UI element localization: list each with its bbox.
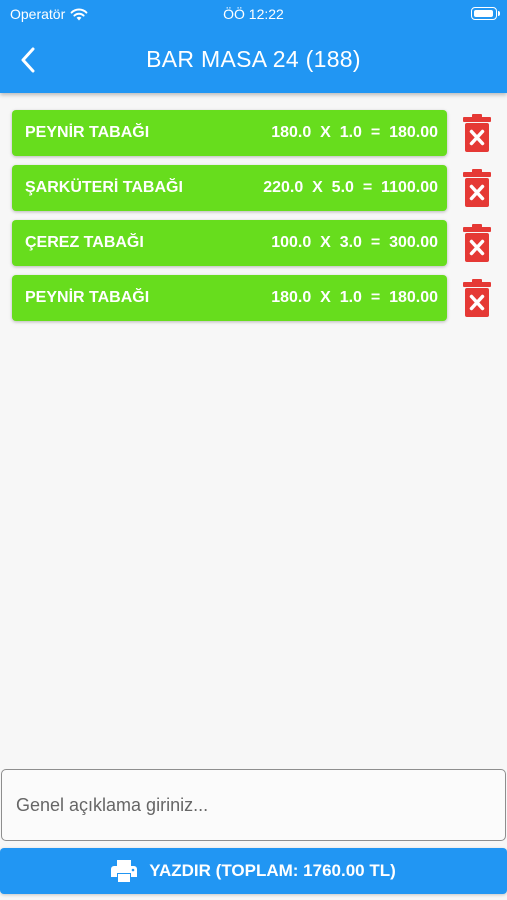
note-field-container (1, 769, 506, 841)
item-calculation: 180.0 X 1.0 = 180.00 (271, 289, 438, 306)
delete-item-button[interactable] (461, 167, 493, 209)
trash-icon (463, 114, 491, 152)
delete-item-button[interactable] (461, 277, 493, 319)
order-item-list: PEYNİR TABAĞI 180.0 X 1.0 = 180.00 ŞARKÜ… (12, 110, 500, 330)
item-calculation: 100.0 X 3.0 = 300.00 (271, 234, 438, 251)
delete-item-button[interactable] (461, 112, 493, 154)
status-time: ÖÖ 12:22 (223, 6, 284, 22)
status-bar: Operatör ÖÖ 12:22 (0, 0, 507, 28)
list-item: ŞARKÜTERİ TABAĞI 220.0 X 5.0 = 1100.00 (12, 165, 500, 220)
item-name: PEYNİR TABAĞI (25, 289, 150, 306)
printer-icon (111, 860, 138, 882)
general-note-input[interactable] (2, 770, 505, 840)
app-header: Operatör ÖÖ 12:22 BAR MASA 24 (188) (0, 0, 507, 93)
trash-icon (463, 224, 491, 262)
item-calculation: 180.0 X 1.0 = 180.00 (271, 124, 438, 141)
print-button-label: YAZDIR (TOPLAM: 1760.00 TL) (149, 861, 396, 880)
list-item: ÇEREZ TABAĞI 100.0 X 3.0 = 300.00 (12, 220, 500, 275)
list-item: PEYNİR TABAĞI 180.0 X 1.0 = 180.00 (12, 110, 500, 165)
item-name: ÇEREZ TABAĞI (25, 234, 144, 251)
order-item-card[interactable]: PEYNİR TABAĞI 180.0 X 1.0 = 180.00 (12, 275, 447, 321)
page-title: BAR MASA 24 (188) (146, 46, 361, 72)
trash-icon (463, 279, 491, 317)
print-button[interactable]: YAZDIR (TOPLAM: 1760.00 TL) (0, 848, 507, 894)
battery-icon (471, 7, 500, 20)
delete-item-button[interactable] (461, 222, 493, 264)
item-name: PEYNİR TABAĞI (25, 124, 150, 141)
order-item-card[interactable]: ÇEREZ TABAĞI 100.0 X 3.0 = 300.00 (12, 220, 447, 266)
item-calculation: 220.0 X 5.0 = 1100.00 (263, 179, 438, 196)
order-item-card[interactable]: ŞARKÜTERİ TABAĞI 220.0 X 5.0 = 1100.00 (12, 165, 447, 211)
order-item-card[interactable]: PEYNİR TABAĞI 180.0 X 1.0 = 180.00 (12, 110, 447, 156)
list-item: PEYNİR TABAĞI 180.0 X 1.0 = 180.00 (12, 275, 500, 330)
item-name: ŞARKÜTERİ TABAĞI (25, 179, 183, 196)
trash-icon (463, 169, 491, 207)
